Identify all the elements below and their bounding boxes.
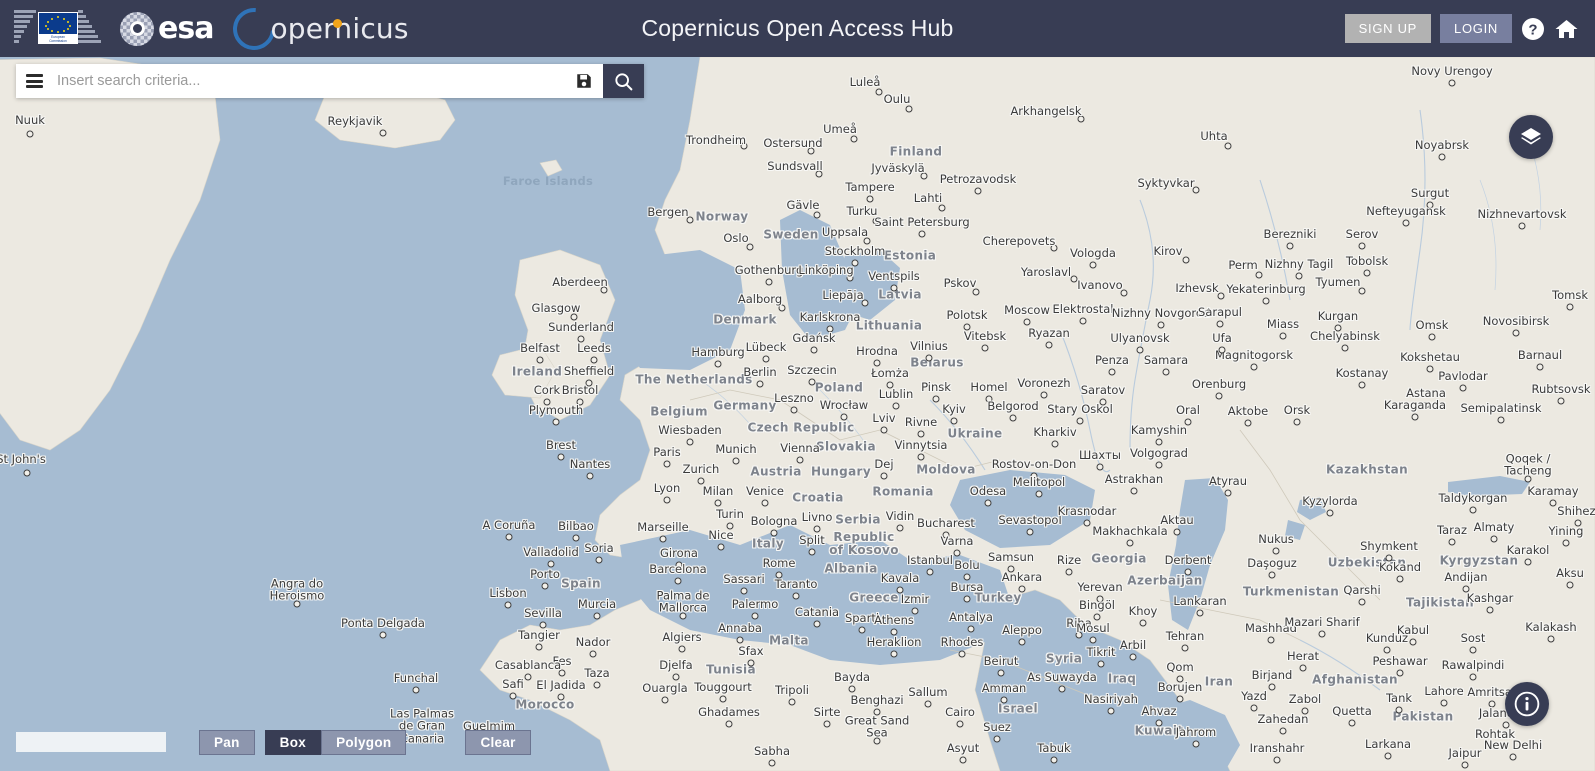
question-mark-circle-icon[interactable]: ? (1521, 17, 1545, 41)
layers-stack-icon (1521, 128, 1541, 145)
eu-flag-icon: European Commission (38, 12, 78, 44)
map-layers-button[interactable] (1509, 115, 1553, 159)
pan-mode-button[interactable]: Pan (199, 729, 255, 755)
logo-group: European Commission esa opernicus (0, 0, 409, 59)
esa-wordmark: esa (158, 11, 214, 46)
map-canvas[interactable]: Faroe Islands Finland Norway Sweden Estonia L… (0, 0, 1595, 771)
copernicus-logo: opernicus (224, 0, 408, 59)
copernicus-wordmark: opernicus (270, 12, 408, 45)
info-circle-icon (1514, 691, 1540, 717)
esa-logo: esa (120, 11, 214, 46)
magnifier-search-icon (615, 72, 633, 90)
hamburger-menu-icon[interactable] (26, 72, 43, 91)
european-commission-logo: European Commission (14, 6, 106, 51)
ec-label-line2: Commission (49, 39, 67, 43)
draw-mode-group: Pan Box Polygon Clear (199, 729, 531, 755)
search-submit-button[interactable] (603, 64, 644, 98)
home-icon[interactable] (1554, 17, 1579, 41)
map-vector-layer (0, 56, 1595, 771)
sign-up-button[interactable]: SIGN UP (1344, 14, 1432, 43)
esa-mark-icon (120, 11, 154, 46)
login-button[interactable]: LOGIN (1440, 14, 1512, 43)
search-bar (16, 64, 644, 98)
box-mode-button[interactable]: Box (264, 729, 322, 755)
search-input[interactable] (55, 72, 555, 90)
clear-selection-button[interactable]: Clear (465, 729, 531, 755)
polygon-mode-button[interactable]: Polygon (321, 729, 407, 755)
copernicus-wordmark-text: opernicus (270, 12, 409, 45)
save-search-button[interactable] (565, 64, 603, 98)
app-root: Faroe Islands Finland Norway Sweden Estonia L… (0, 0, 1595, 771)
ec-bars-left-icon (14, 10, 38, 46)
coordinates-input[interactable] (16, 732, 166, 752)
floppy-disk-save-icon (577, 74, 591, 88)
svg-text:?: ? (1528, 21, 1537, 38)
header-actions: SIGN UP LOGIN ? (1344, 14, 1595, 43)
top-header-bar: European Commission esa opernicus Copern… (0, 0, 1595, 59)
ec-bars-right-icon (78, 10, 102, 46)
map-info-button[interactable] (1505, 682, 1549, 726)
search-field-wrap (16, 64, 565, 98)
